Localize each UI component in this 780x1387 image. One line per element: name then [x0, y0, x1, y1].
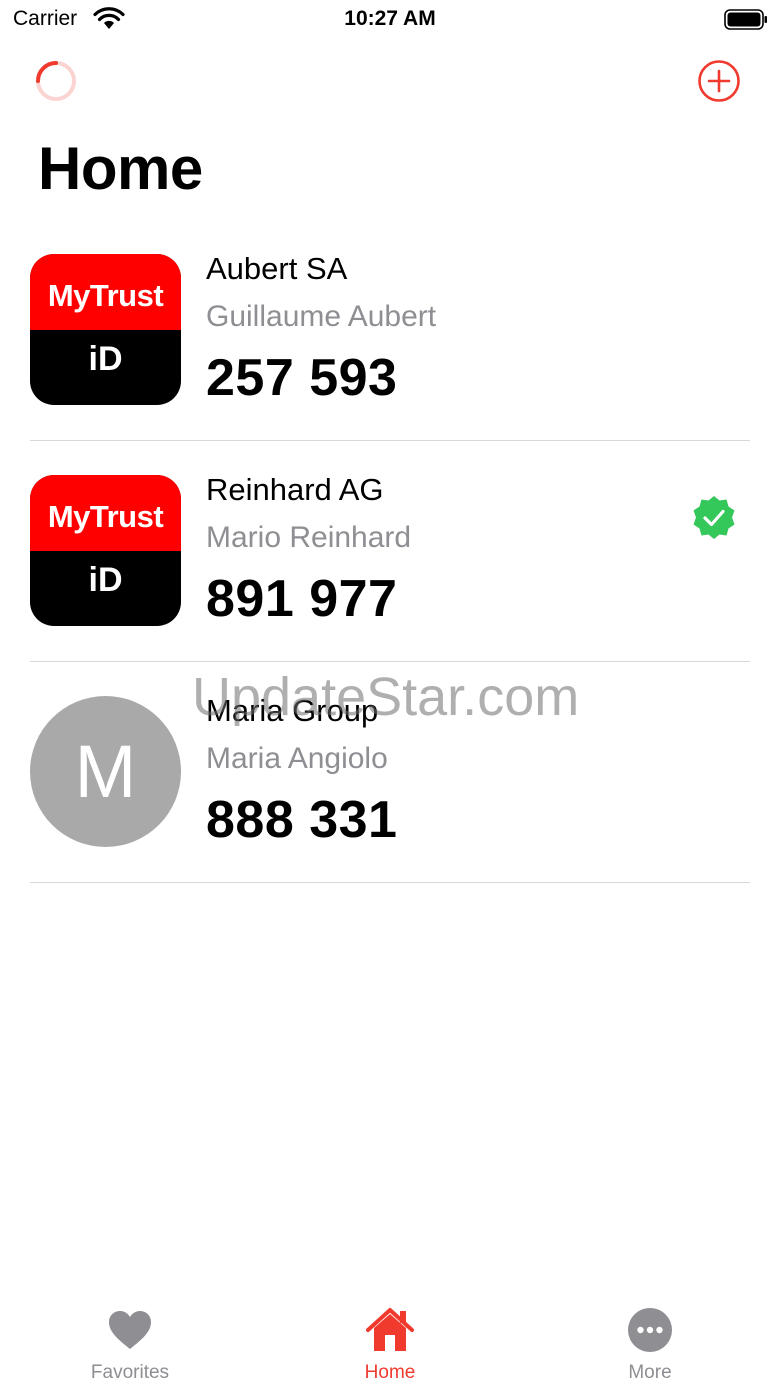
account-list: MyTrust iD Aubert SA Guillaume Aubert 25… — [0, 220, 780, 883]
otp-code: 888 331 — [206, 791, 398, 849]
verified-badge-icon — [693, 496, 735, 539]
navigation-bar — [0, 50, 780, 110]
person-name: Mario Reinhard — [206, 521, 412, 554]
mytrust-logo: MyTrust iD — [30, 254, 181, 405]
tab-favorites[interactable]: Favorites — [30, 1287, 230, 1387]
organization-name: Aubert SA — [206, 251, 348, 286]
mytrust-logo: MyTrust iD — [30, 475, 181, 626]
loading-spinner-icon — [36, 61, 76, 101]
person-name: Maria Angiolo — [206, 742, 388, 775]
otp-code: 257 593 — [206, 349, 398, 407]
tab-label: Home — [364, 1362, 416, 1383]
tab-label: Favorites — [90, 1362, 170, 1383]
heart-icon — [109, 1311, 151, 1349]
organization-name: Reinhard AG — [206, 472, 384, 507]
page-title: Home — [38, 135, 203, 202]
more-icon — [628, 1308, 672, 1352]
tab-bar: Favorites Home More — [0, 1287, 780, 1387]
account-row-aubert[interactable]: MyTrust iD Aubert SA Guillaume Aubert 25… — [0, 220, 780, 441]
tab-more[interactable]: More — [550, 1287, 750, 1387]
otp-code: 891 977 — [206, 570, 398, 628]
account-row-reinhard[interactable]: MyTrust iD Reinhard AG Mario Reinhard 89… — [0, 441, 780, 662]
clock: 10:27 AM — [344, 7, 436, 30]
house-icon — [366, 1308, 414, 1351]
row-separator — [30, 882, 750, 883]
organization-name: Maria Group — [206, 693, 379, 728]
battery-icon — [724, 9, 767, 30]
account-row-maria[interactable]: M Maria Group Maria Angiolo 888 331 — [0, 662, 780, 883]
tab-label: More — [628, 1362, 672, 1383]
person-name: Guillaume Aubert — [206, 300, 437, 333]
add-button[interactable] — [696, 58, 742, 104]
tab-home[interactable]: Home — [290, 1287, 490, 1387]
status-bar: Carrier 10:27 AM — [0, 0, 780, 40]
avatar: M — [30, 696, 181, 847]
